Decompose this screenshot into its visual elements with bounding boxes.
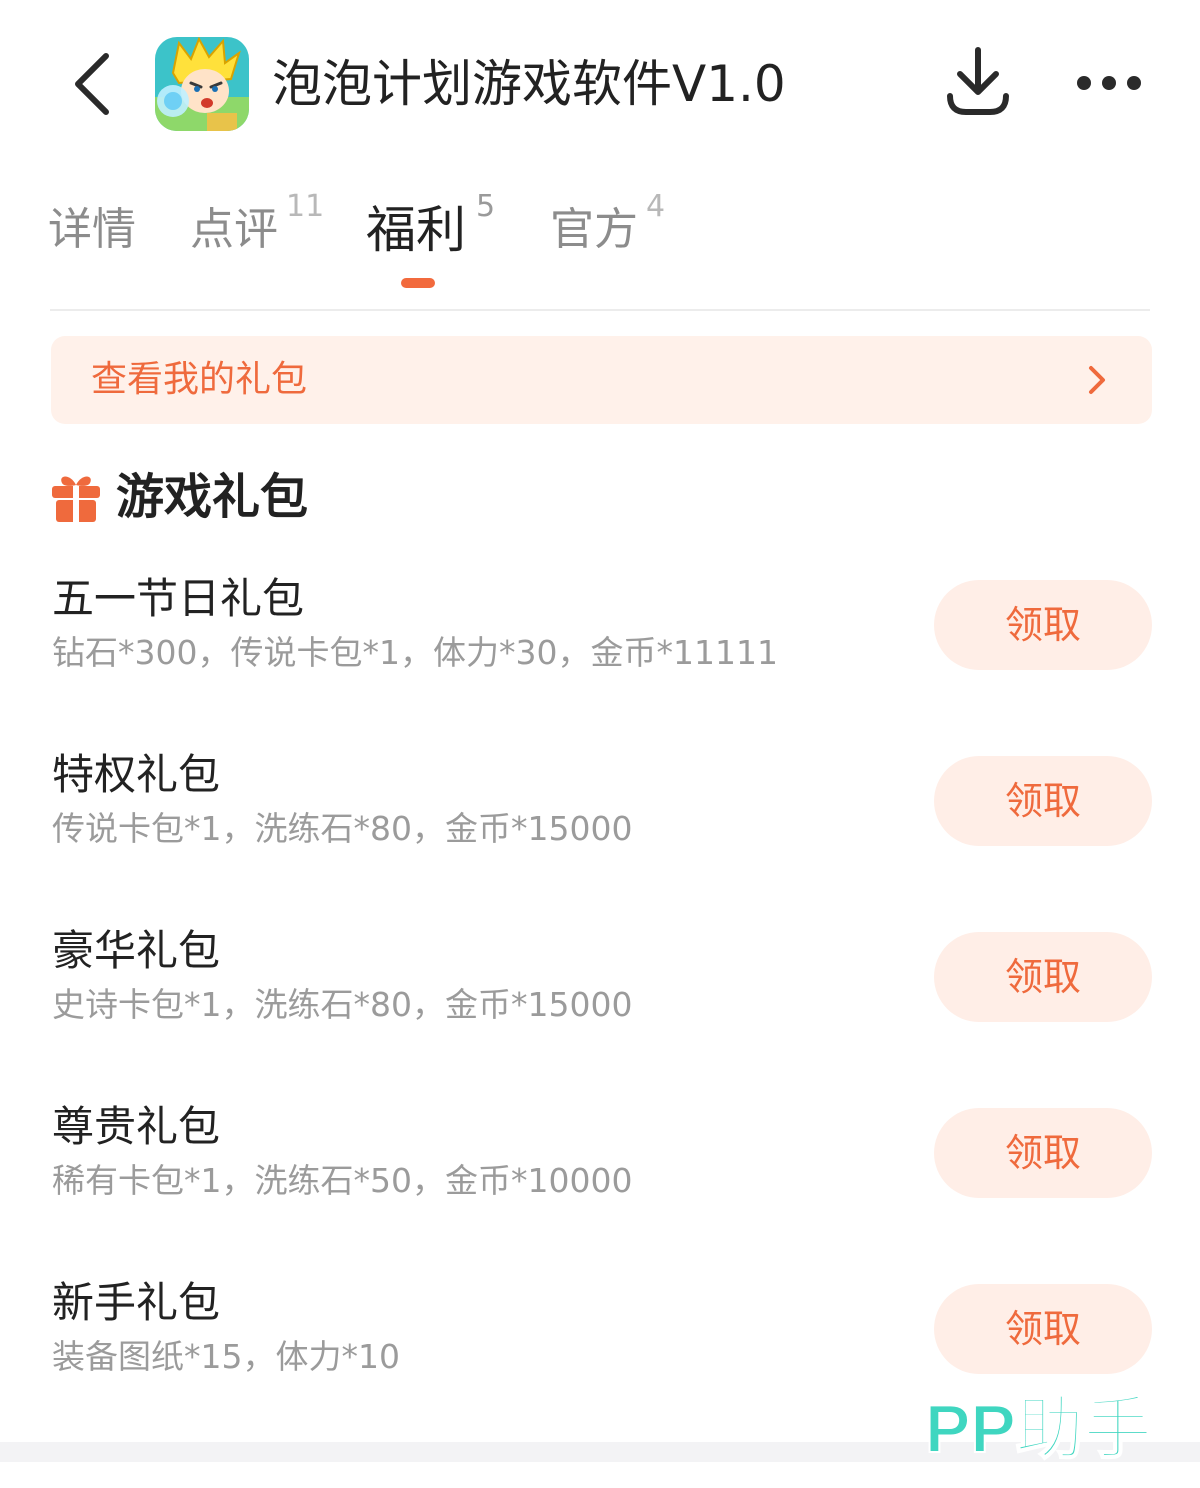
- gift-name: 五一节日礼包: [52, 574, 305, 623]
- claim-button[interactable]: 领取: [934, 932, 1152, 1022]
- download-button[interactable]: [940, 42, 1016, 122]
- more-dots-icon: [1077, 76, 1141, 90]
- tab-details[interactable]: 详情: [48, 195, 136, 265]
- pp-assistant-watermark-logo: PP助手: [925, 1390, 1153, 1464]
- more-button[interactable]: [1070, 60, 1150, 106]
- tab-reviews[interactable]: 点评 11: [190, 189, 324, 265]
- tab-welfare[interactable]: 福利 5: [366, 189, 495, 265]
- active-tab-indicator: [401, 278, 435, 288]
- tab-count: 11: [286, 189, 325, 224]
- app-icon: [155, 37, 249, 131]
- chevron-right-icon: [1089, 366, 1105, 394]
- download-icon: [947, 47, 1009, 115]
- gift-name: 特权礼包: [52, 750, 221, 799]
- gift-description: 钻石*300，传说卡包*1，体力*30，金币*11111: [52, 633, 778, 672]
- claim-button[interactable]: 领取: [934, 756, 1152, 846]
- tab-label: 详情: [48, 204, 136, 255]
- chevron-left-icon: [75, 53, 109, 115]
- app-title: 泡泡计划游戏软件V1.0: [272, 55, 786, 113]
- gift-description: 传说卡包*1，洗练石*80，金币*15000: [52, 809, 633, 848]
- app-detail-page: 泡泡计划游戏软件V1.0 详情 点评 11 福利 5 官方 4 查看我的礼包 游…: [0, 0, 1200, 1488]
- gift-description: 装备图纸*15，体力*10: [52, 1337, 400, 1376]
- claim-button[interactable]: 领取: [934, 580, 1152, 670]
- tab-bar: 详情 点评 11 福利 5 官方 4: [0, 175, 1200, 310]
- tab-label: 官方: [550, 204, 638, 255]
- gift-name: 新手礼包: [52, 1278, 221, 1327]
- svg-text:PP助手: PP助手: [925, 1391, 1152, 1464]
- tab-official[interactable]: 官方 4: [550, 189, 665, 265]
- top-bar: 泡泡计划游戏软件V1.0: [0, 0, 1200, 170]
- section-title: 游戏礼包: [116, 469, 309, 525]
- gift-item: 五一节日礼包 钻石*300，传说卡包*1，体力*30，金币*11111 领取: [0, 571, 1200, 711]
- tab-label: 点评: [190, 204, 278, 255]
- view-my-gifts-label: 查看我的礼包: [91, 359, 308, 400]
- back-button[interactable]: [62, 48, 122, 120]
- gift-description: 稀有卡包*1，洗练石*50，金币*10000: [52, 1161, 633, 1200]
- gift-icon: [52, 476, 100, 522]
- tab-count: 5: [476, 189, 496, 224]
- gift-item: 豪华礼包 史诗卡包*1，洗练石*80，金币*15000 领取: [0, 923, 1200, 1063]
- gift-item: 尊贵礼包 稀有卡包*1，洗练石*50，金币*10000 领取: [0, 1099, 1200, 1239]
- view-my-gifts-button[interactable]: 查看我的礼包: [51, 336, 1152, 424]
- gift-item: 特权礼包 传说卡包*1，洗练石*80，金币*15000 领取: [0, 747, 1200, 887]
- gift-name: 尊贵礼包: [52, 1102, 221, 1151]
- divider: [50, 309, 1150, 311]
- claim-button[interactable]: 领取: [934, 1284, 1152, 1374]
- gift-name: 豪华礼包: [52, 926, 221, 975]
- gift-description: 史诗卡包*1，洗练石*80，金币*15000: [52, 985, 633, 1024]
- tab-count: 4: [646, 189, 666, 224]
- claim-button[interactable]: 领取: [934, 1108, 1152, 1198]
- tab-label: 福利: [366, 201, 466, 259]
